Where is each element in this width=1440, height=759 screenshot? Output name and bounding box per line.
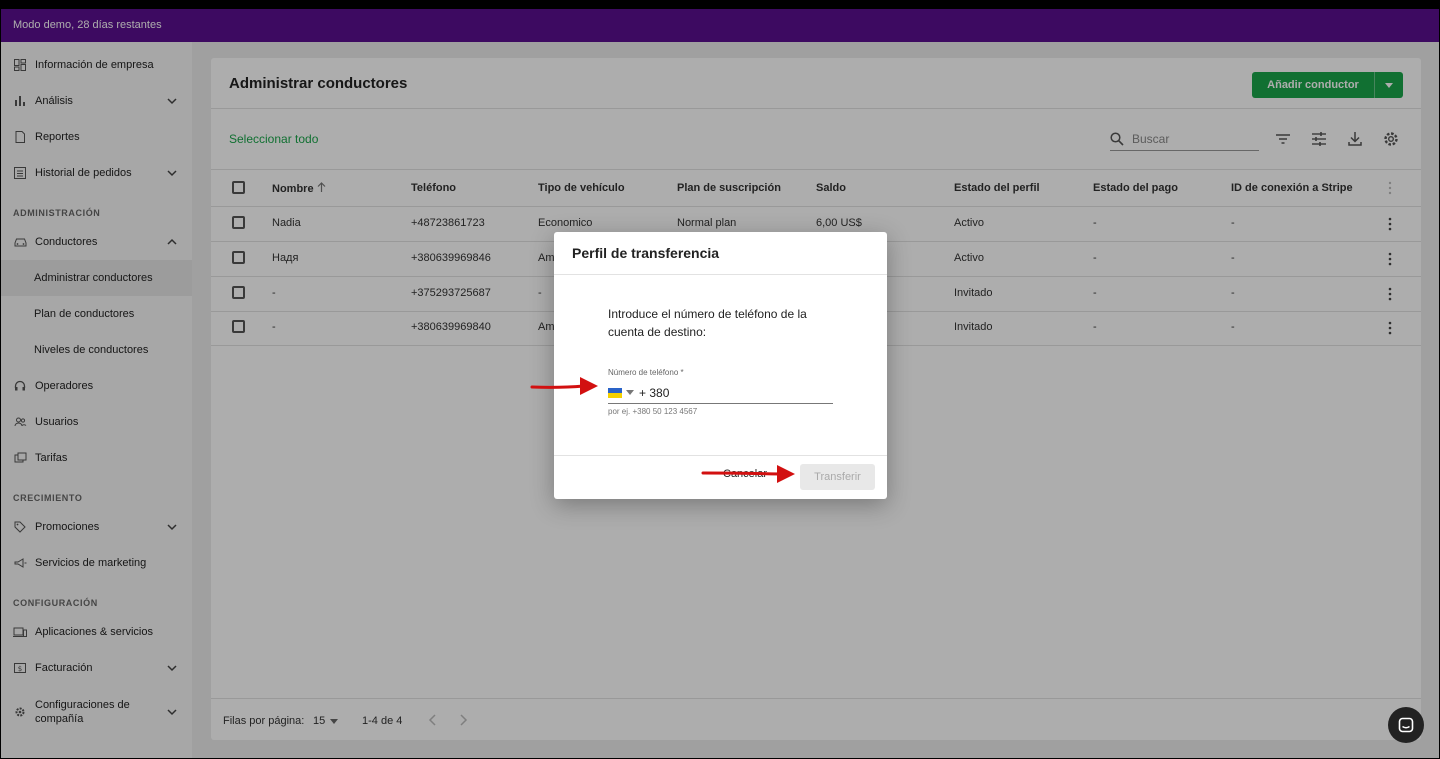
dialog-title: Perfil de transferencia — [572, 245, 720, 261]
chat-widget-button[interactable] — [1388, 707, 1424, 743]
divider — [554, 455, 887, 456]
phone-number-input[interactable]: + 380 — [608, 382, 833, 404]
phone-hint: por ej. +380 50 123 4567 — [608, 407, 698, 416]
transfer-profile-dialog: Perfil de transferencia Introduce el núm… — [554, 232, 887, 499]
annotation-arrow-icon — [701, 465, 795, 483]
phone-value: + 380 — [639, 385, 670, 400]
transfer-button[interactable]: Transferir — [800, 464, 875, 490]
divider — [554, 274, 887, 275]
dialog-instruction: Introduce el número de teléfono de la cu… — [608, 307, 807, 339]
ukraine-flag-icon[interactable] — [608, 387, 622, 398]
annotation-arrow-icon — [530, 377, 598, 395]
chat-icon — [1398, 717, 1414, 733]
country-dropdown-caret-icon[interactable] — [626, 390, 634, 395]
phone-field-label: Número de teléfono * — [608, 368, 684, 377]
